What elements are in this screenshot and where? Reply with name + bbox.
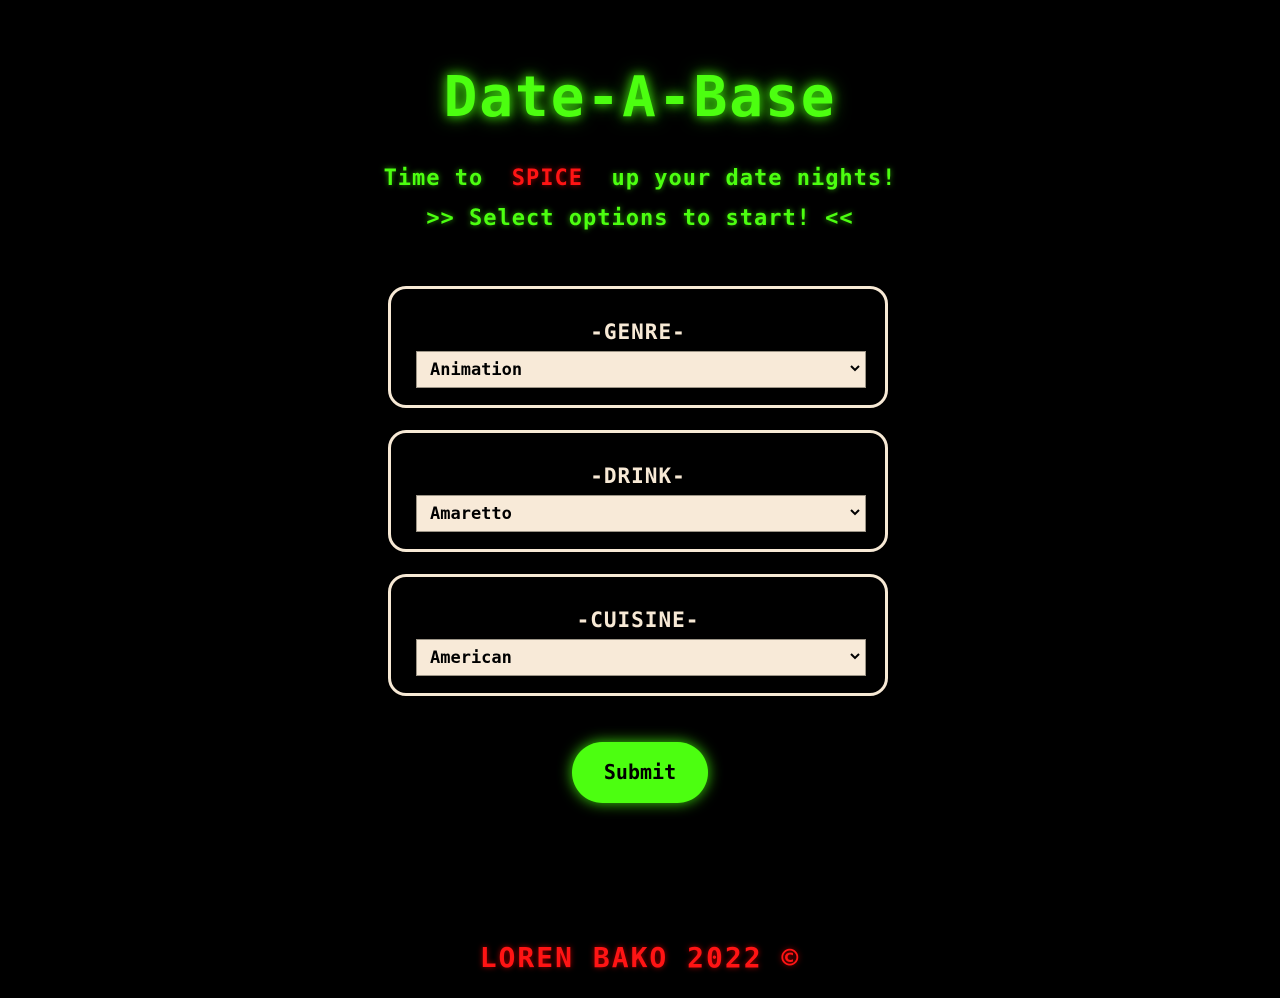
tagline: Time to SPICE up your date nights! [0, 164, 1280, 194]
drink-selected-value: Amaretto [430, 504, 512, 524]
cuisine-label: -CUISINE- [576, 608, 700, 632]
footer-copyright: LOREN BAKO 2022 © [479, 941, 801, 974]
chevron-down-icon [850, 509, 860, 516]
tagline-highlight: SPICE [511, 166, 584, 191]
cuisine-card: -CUISINE- American [388, 574, 888, 696]
instruction-text: >> Select options to start! << [426, 206, 854, 231]
drink-label: -DRINK- [590, 464, 686, 488]
genre-select[interactable]: Animation [416, 351, 866, 388]
genre-selected-value: Animation [430, 360, 523, 380]
submit-button[interactable]: Submit [572, 742, 708, 803]
page: Date-A-Base Time to SPICE up your date n… [0, 0, 1280, 998]
genre-label: -GENRE- [590, 320, 686, 344]
cuisine-selected-value: American [430, 648, 512, 668]
chevron-down-icon [850, 653, 860, 660]
chevron-down-icon [850, 365, 860, 372]
page-title: Date-A-Base [443, 65, 837, 130]
drink-card: -DRINK- Amaretto [388, 430, 888, 552]
cuisine-select[interactable]: American [416, 639, 866, 676]
tagline-end: up your date nights! [597, 166, 897, 191]
tagline-start: Time to [383, 166, 498, 191]
genre-card: -GENRE- Animation [388, 286, 888, 408]
drink-select[interactable]: Amaretto [416, 495, 866, 532]
